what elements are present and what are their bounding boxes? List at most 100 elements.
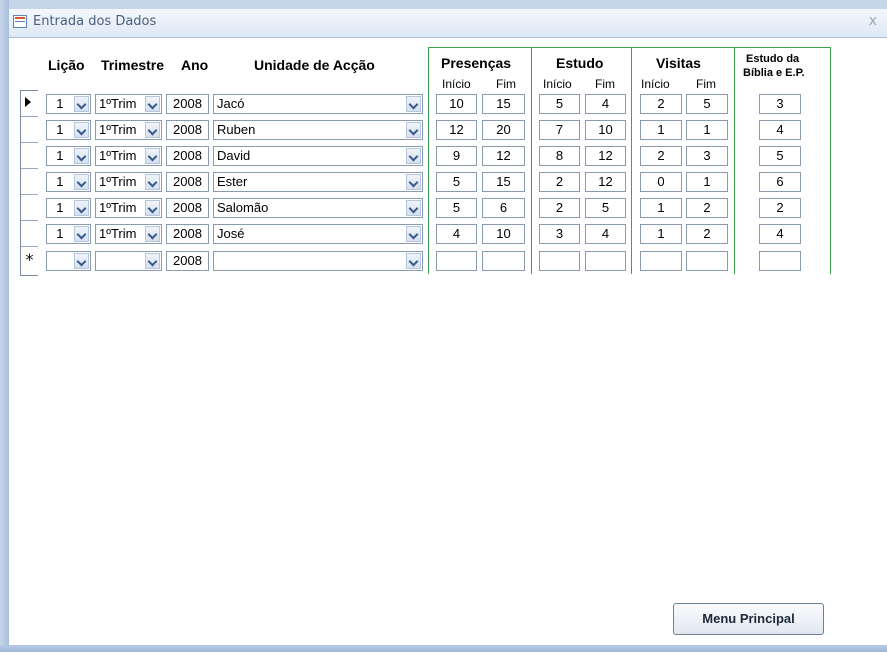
biblia-field[interactable]: 2 xyxy=(759,198,801,218)
trimestre-select[interactable]: 1ºTrim xyxy=(95,94,162,114)
chevron-down-icon[interactable] xyxy=(145,200,160,216)
estudo-fim-field[interactable]: 12 xyxy=(585,172,626,192)
ano-field[interactable]: 2008 xyxy=(166,94,209,114)
trimestre-select-new[interactable] xyxy=(95,251,162,271)
visitas-inicio-field[interactable]: 0 xyxy=(640,172,682,192)
chevron-down-icon[interactable] xyxy=(74,226,89,242)
estudo-inicio-field[interactable]: 2 xyxy=(539,172,580,192)
ano-field[interactable]: 2008 xyxy=(166,120,209,140)
trimestre-select[interactable]: 1ºTrim xyxy=(95,146,162,166)
trimestre-select[interactable]: 1ºTrim xyxy=(95,224,162,244)
biblia-field[interactable]: 3 xyxy=(759,94,801,114)
presencas-fim-field[interactable]: 10 xyxy=(482,224,525,244)
licao-select[interactable]: 1 xyxy=(46,172,91,192)
visitas-fim-field[interactable]: 5 xyxy=(686,94,728,114)
menu-principal-button[interactable]: Menu Principal xyxy=(673,603,824,635)
chevron-down-icon[interactable] xyxy=(74,253,89,269)
biblia-field[interactable]: 6 xyxy=(759,172,801,192)
licao-select[interactable]: 1 xyxy=(46,120,91,140)
biblia-field[interactable]: 4 xyxy=(759,224,801,244)
ano-field-new[interactable]: 2008 xyxy=(166,251,209,271)
visitas-fim-field[interactable]: 1 xyxy=(686,172,728,192)
presencas-inicio-field[interactable]: 12 xyxy=(436,120,477,140)
chevron-down-icon[interactable] xyxy=(145,148,160,164)
estudo-inicio-field[interactable]: 7 xyxy=(539,120,580,140)
estudo-fim-field[interactable]: 4 xyxy=(585,224,626,244)
unidade-select[interactable]: Ester xyxy=(213,172,423,192)
presencas-fim-field[interactable]: 6 xyxy=(482,198,525,218)
estudo-fim-field[interactable]: 10 xyxy=(585,120,626,140)
estudo-inicio-field[interactable]: 3 xyxy=(539,224,580,244)
ano-field[interactable]: 2008 xyxy=(166,198,209,218)
presencas-inicio-field[interactable]: 5 xyxy=(436,172,477,192)
chevron-down-icon[interactable] xyxy=(406,226,421,242)
chevron-down-icon[interactable] xyxy=(145,174,160,190)
biblia-field-new[interactable] xyxy=(759,251,801,271)
chevron-down-icon[interactable] xyxy=(74,174,89,190)
chevron-down-icon[interactable] xyxy=(406,122,421,138)
record-selector[interactable] xyxy=(21,117,38,143)
ano-field[interactable]: 2008 xyxy=(166,172,209,192)
visitas-fim-field[interactable]: 2 xyxy=(686,198,728,218)
visitas-inicio-field[interactable]: 2 xyxy=(640,94,682,114)
close-icon[interactable]: x xyxy=(869,13,877,29)
chevron-down-icon[interactable] xyxy=(406,200,421,216)
visitas-fim-field-new[interactable] xyxy=(686,251,728,271)
visitas-inicio-field-new[interactable] xyxy=(640,251,682,271)
trimestre-select[interactable]: 1ºTrim xyxy=(95,172,162,192)
ano-field[interactable]: 2008 xyxy=(166,224,209,244)
unidade-select[interactable]: Jacó xyxy=(213,94,423,114)
chevron-down-icon[interactable] xyxy=(406,174,421,190)
estudo-inicio-field[interactable]: 2 xyxy=(539,198,580,218)
estudo-inicio-field[interactable]: 5 xyxy=(539,94,580,114)
chevron-down-icon[interactable] xyxy=(145,122,160,138)
unidade-select-new[interactable] xyxy=(213,251,423,271)
presencas-fim-field-new[interactable] xyxy=(482,251,525,271)
biblia-field[interactable]: 4 xyxy=(759,120,801,140)
presencas-inicio-field[interactable]: 4 xyxy=(436,224,477,244)
visitas-inicio-field[interactable]: 1 xyxy=(640,198,682,218)
new-record-marker[interactable]: * xyxy=(21,247,38,273)
licao-select[interactable]: 1 xyxy=(46,198,91,218)
record-selector[interactable] xyxy=(21,195,38,221)
licao-select[interactable]: 1 xyxy=(46,224,91,244)
chevron-down-icon[interactable] xyxy=(74,200,89,216)
chevron-down-icon[interactable] xyxy=(406,253,421,269)
estudo-fim-field-new[interactable] xyxy=(585,251,626,271)
record-selector[interactable] xyxy=(21,143,38,169)
visitas-inicio-field[interactable]: 2 xyxy=(640,146,682,166)
unidade-select[interactable]: Ruben xyxy=(213,120,423,140)
chevron-down-icon[interactable] xyxy=(74,122,89,138)
presencas-inicio-field-new[interactable] xyxy=(436,251,477,271)
visitas-fim-field[interactable]: 2 xyxy=(686,224,728,244)
licao-select[interactable]: 1 xyxy=(46,146,91,166)
biblia-field[interactable]: 5 xyxy=(759,146,801,166)
chevron-down-icon[interactable] xyxy=(145,96,160,112)
presencas-fim-field[interactable]: 15 xyxy=(482,94,525,114)
chevron-down-icon[interactable] xyxy=(145,253,160,269)
estudo-fim-field[interactable]: 12 xyxy=(585,146,626,166)
trimestre-select[interactable]: 1ºTrim xyxy=(95,120,162,140)
record-selector[interactable] xyxy=(21,169,38,195)
presencas-fim-field[interactable]: 15 xyxy=(482,172,525,192)
visitas-fim-field[interactable]: 1 xyxy=(686,120,728,140)
estudo-inicio-field[interactable]: 8 xyxy=(539,146,580,166)
visitas-inicio-field[interactable]: 1 xyxy=(640,224,682,244)
unidade-select[interactable]: José xyxy=(213,224,423,244)
visitas-inicio-field[interactable]: 1 xyxy=(640,120,682,140)
unidade-select[interactable]: David xyxy=(213,146,423,166)
estudo-fim-field[interactable]: 5 xyxy=(585,198,626,218)
licao-select-new[interactable] xyxy=(46,251,91,271)
chevron-down-icon[interactable] xyxy=(406,148,421,164)
presencas-inicio-field[interactable]: 10 xyxy=(436,94,477,114)
ano-field[interactable]: 2008 xyxy=(166,146,209,166)
licao-select[interactable]: 1 xyxy=(46,94,91,114)
estudo-fim-field[interactable]: 4 xyxy=(585,94,626,114)
chevron-down-icon[interactable] xyxy=(74,148,89,164)
unidade-select[interactable]: Salomão xyxy=(213,198,423,218)
estudo-inicio-field-new[interactable] xyxy=(539,251,580,271)
trimestre-select[interactable]: 1ºTrim xyxy=(95,198,162,218)
visitas-fim-field[interactable]: 3 xyxy=(686,146,728,166)
chevron-down-icon[interactable] xyxy=(74,96,89,112)
record-selector-current[interactable] xyxy=(21,91,38,117)
